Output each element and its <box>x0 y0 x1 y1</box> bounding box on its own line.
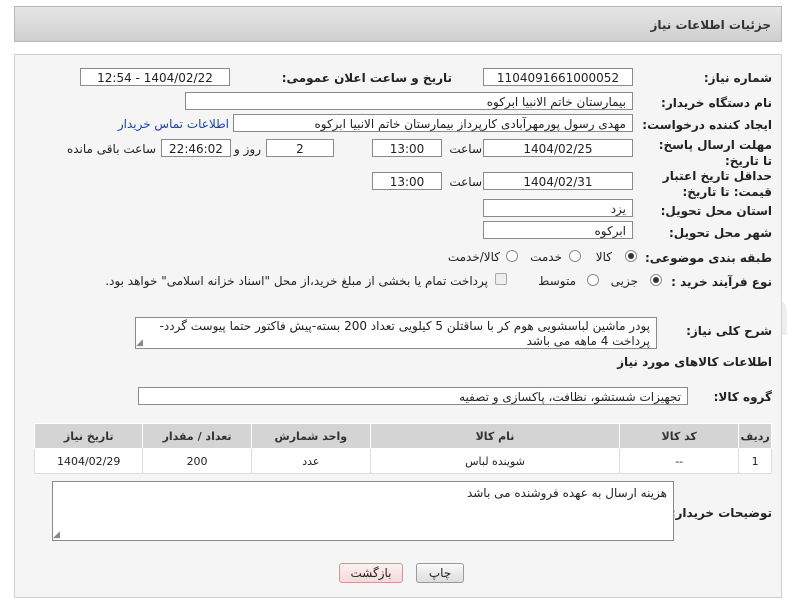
buyer-contact-link[interactable]: اطلاعات تماس خریدار <box>118 117 229 131</box>
cell-row: 1 <box>738 448 772 474</box>
cell-need-date: 1404/02/29 <box>33 448 144 474</box>
cell-quantity: 200 <box>142 448 252 474</box>
goods-group-field: تجهیزات شستشو، نظافت، پاکسازی و تصفیه <box>138 387 688 405</box>
cell-unit: عدد <box>250 448 371 474</box>
days-label: روز و <box>234 142 261 156</box>
back-button[interactable]: بازگشت <box>339 563 403 583</box>
announce-date-field: 1404/02/22 - 12:54 <box>80 68 230 86</box>
notes-resize-handle-icon[interactable]: ◢ <box>53 530 60 540</box>
process-radio-medium[interactable] <box>587 274 599 286</box>
need-number-field: 1104091661000052 <box>483 68 633 86</box>
table-header-row: ردیف کد کالا نام کالا واحد شمارش تعداد /… <box>33 423 772 449</box>
col-code: کد کالا <box>619 423 740 449</box>
requester-label: ایجاد کننده درخواست: <box>642 118 772 132</box>
col-row: ردیف <box>738 423 772 449</box>
price-validity-date-field: 1404/02/31 <box>483 172 633 190</box>
table-row: 1 -- شوینده لباس عدد 200 1404/02/29 <box>33 448 772 474</box>
buyer-notes-field: هزینه ارسال به عهده فروشنده می باشد <box>52 481 674 541</box>
requester-field: مهدی رسول پورمهرآبادی کارپرداز بیمارستان… <box>233 114 633 132</box>
announce-date-label: تاریخ و ساعت اعلان عمومی: <box>281 71 452 85</box>
goods-group-label: گروه کالا: <box>713 390 772 404</box>
category-option-goods: کالا <box>595 250 612 264</box>
description-field: پودر ماشین لباسشویی هوم کر با ساقتلن 5 ک… <box>135 317 657 349</box>
goods-info-title: اطلاعات کالاهای مورد نیاز <box>617 355 772 369</box>
price-validity-time-field: 13:00 <box>372 172 442 190</box>
buyer-org-label: نام دستگاه خریدار: <box>661 96 772 110</box>
cell-name: شوینده لباس <box>369 448 621 474</box>
cell-code: -- <box>619 448 740 474</box>
days-remaining-field: 2 <box>266 139 334 157</box>
province-field: یزد <box>483 199 633 217</box>
buyer-notes-label: توضیحات خریدار: <box>670 506 772 520</box>
remaining-time-field: 22:46:02 <box>161 139 231 157</box>
page-title: جزئیات اطلاعات نیاز <box>650 18 771 32</box>
price-validity-label: حداقل تاریخ اعتبار قیمت: تا تاریخ: <box>662 169 772 199</box>
col-quantity: تعداد / مقدار <box>142 423 252 449</box>
deadline-date-field: 1404/02/25 <box>483 139 633 157</box>
process-radio-minor[interactable] <box>650 274 662 286</box>
category-option-service: خدمت <box>530 250 562 264</box>
buyer-org-field: بیمارستان خاتم الانبیا ابرکوه <box>185 92 633 110</box>
col-name: نام کالا <box>369 423 621 449</box>
process-type-label: نوع فرآیند خرید : <box>671 275 772 289</box>
print-button[interactable]: چاپ <box>416 563 464 583</box>
city-field: ابرکوه <box>483 221 633 239</box>
remaining-time-label: ساعت باقی مانده <box>66 142 156 156</box>
treasury-payment-checkbox[interactable] <box>495 273 507 285</box>
col-need-date: تاریخ نیاز <box>33 423 144 449</box>
category-option-goods-service: کالا/خدمت <box>447 250 500 264</box>
need-number-label: شماره نیاز: <box>703 71 772 85</box>
category-radio-goods-service[interactable] <box>506 250 518 262</box>
deadline-time-label: ساعت <box>449 142 482 156</box>
deadline-time-field: 13:00 <box>372 139 442 157</box>
page-header: جزئیات اطلاعات نیاز <box>14 6 782 42</box>
resize-handle-icon[interactable]: ◢ <box>136 338 143 348</box>
category-label: طبقه بندی موضوعی: <box>644 251 772 265</box>
city-label: شهر محل تحویل: <box>668 226 772 240</box>
goods-table: ردیف کد کالا نام کالا واحد شمارش تعداد /… <box>33 423 772 474</box>
deadline-label: مهلت ارسال پاسخ: تا تاریخ: <box>658 138 772 168</box>
process-option-minor: جزیی <box>610 274 638 288</box>
price-validity-time-label: ساعت <box>449 175 482 189</box>
treasury-payment-note: پرداخت تمام یا بخشی از مبلغ خرید،از محل … <box>105 274 488 288</box>
process-option-medium: متوسط <box>538 274 576 288</box>
col-unit: واحد شمارش <box>250 423 371 449</box>
category-radio-goods[interactable] <box>625 250 637 262</box>
category-radio-service[interactable] <box>569 250 581 262</box>
description-label: شرح کلی نیاز: <box>686 324 772 338</box>
province-label: استان محل تحویل: <box>660 204 772 218</box>
